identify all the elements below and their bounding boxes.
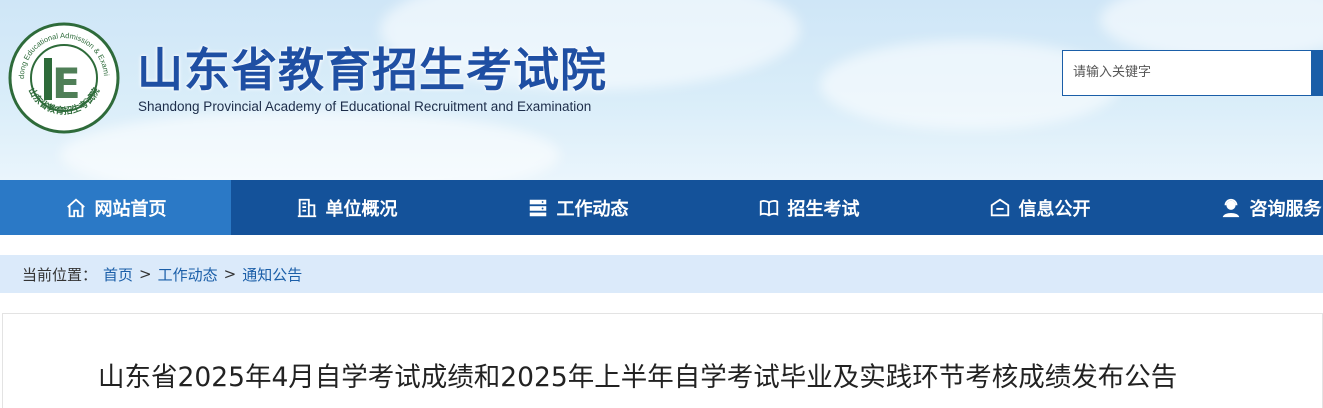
breadcrumb-separator: > bbox=[139, 265, 152, 283]
nav-item-label: 咨询服务 bbox=[1249, 198, 1322, 220]
breadcrumb-link-news[interactable]: 工作动态 bbox=[158, 264, 218, 285]
nav-item-label: 招生考试 bbox=[787, 198, 860, 220]
nav-item-about[interactable]: 单位概况 bbox=[231, 180, 462, 235]
breadcrumb-link-notices[interactable]: 通知公告 bbox=[242, 264, 302, 285]
breadcrumb-prefix: 当前位置： bbox=[22, 265, 98, 284]
logo-letter: E bbox=[52, 59, 81, 108]
home-icon bbox=[66, 198, 85, 217]
nav-item-news[interactable]: 工作动态 bbox=[462, 180, 693, 235]
nav-item-consult[interactable]: 咨询服务 bbox=[1155, 180, 1323, 235]
main-nav: 网站首页 单位概况 工作动态 招生考试 信息公开 咨询服务 bbox=[0, 180, 1323, 235]
nav-item-label: 信息公开 bbox=[1018, 198, 1091, 220]
info-box-icon bbox=[990, 198, 1009, 216]
server-list-icon bbox=[529, 199, 546, 216]
nav-item-home[interactable]: 网站首页 bbox=[0, 180, 231, 235]
book-icon bbox=[759, 199, 778, 216]
site-header: Shandong Educational Admission & Examina… bbox=[0, 0, 1323, 180]
breadcrumb-separator: > bbox=[223, 265, 237, 283]
breadcrumb: 当前位置： 首页 > 工作动态 > 通知公告 bbox=[0, 255, 1323, 293]
academy-logo[interactable]: Shandong Educational Admission & Examina… bbox=[8, 22, 120, 134]
headset-user-icon bbox=[1222, 198, 1239, 217]
site-subtitle: Shandong Provincial Academy of Education… bbox=[138, 99, 592, 114]
search-input[interactable]: 请输入关键字 bbox=[1062, 50, 1312, 96]
nav-item-exams[interactable]: 招生考试 bbox=[693, 180, 924, 235]
header-cloud bbox=[60, 110, 560, 180]
nav-item-label: 工作动态 bbox=[556, 198, 629, 220]
nav-item-label: 单位概况 bbox=[325, 198, 398, 220]
article-title: 山东省2025年4月自学考试成绩和2025年上半年自学考试毕业及实践环节考核成绩… bbox=[98, 362, 1178, 393]
nav-item-disclosure[interactable]: 信息公开 bbox=[924, 180, 1155, 235]
nav-item-label: 网站首页 bbox=[94, 198, 167, 220]
site-title: 山东省教育招生考试院 bbox=[137, 43, 607, 97]
search-button[interactable] bbox=[1311, 50, 1323, 96]
building-icon bbox=[297, 198, 316, 217]
breadcrumb-link-home[interactable]: 首页 bbox=[103, 264, 133, 285]
